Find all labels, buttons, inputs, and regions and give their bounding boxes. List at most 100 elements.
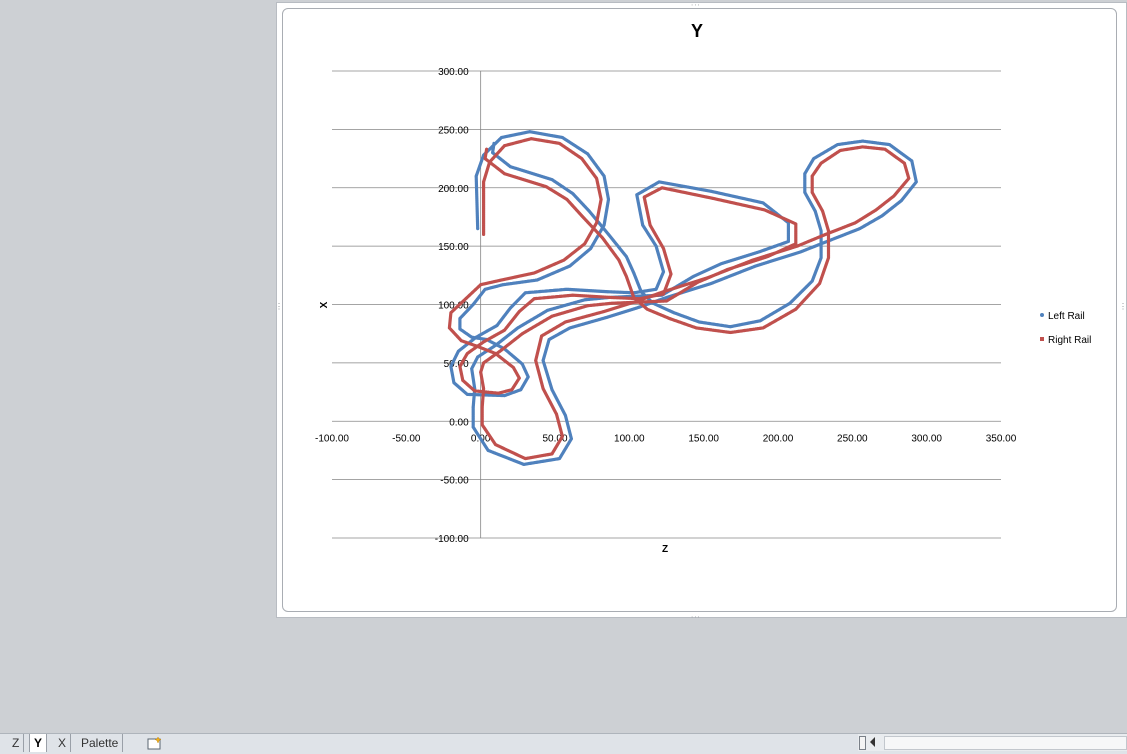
data-point-24 [503,394,506,397]
sheet-tab-y[interactable]: Y [29,734,48,752]
sheet-tab-x[interactable]: X [54,734,72,752]
legend-label-left-rail: Left Rail [1048,311,1085,322]
data-point-94 [729,331,732,334]
data-point-101 [601,236,604,240]
data-point-52 [583,298,587,302]
data-point-31 [509,306,512,310]
data-point-62 [522,463,526,466]
data-point-85 [812,157,816,161]
tab-split-handle[interactable] [859,736,866,750]
series-group[interactable] [447,130,918,466]
data-point-90 [819,256,823,260]
data-point-102 [580,214,584,218]
y-tick-label-8: -100.00 [435,534,469,545]
data-point-4 [529,137,533,141]
data-point-77 [853,221,857,225]
data-point-21 [512,366,515,369]
data-point-83 [861,145,865,149]
data-point-90 [827,256,830,260]
data-point-92 [794,307,798,311]
data-point-8 [599,198,603,201]
data-point-18 [470,335,474,339]
scatter-chart[interactable]: Y Z X 300.00 250.00 200.00 150.00 100.00 50.0… [0,0,1127,733]
data-point-28 [465,352,469,355]
data-point-81 [910,159,914,163]
y-axis-label: X [319,301,330,308]
data-point-95 [694,326,698,330]
data-point-107 [492,142,496,145]
tick-labels: 300.00 250.00 200.00 150.00 100.00 50.00 0.00 -… [315,67,1017,545]
data-point-96 [668,317,671,320]
data-point-19 [476,345,480,348]
data-point-74 [754,264,758,268]
scroll-track[interactable] [884,736,1127,750]
data-point-82 [883,147,887,151]
data-point-1 [474,174,478,178]
data-point-5 [558,142,561,145]
x-tick-label-7: 250.00 [837,433,868,444]
sheet-tab-z[interactable]: Z [8,734,25,752]
data-point-83 [861,139,865,143]
data-point-57 [470,367,474,371]
data-point-24 [497,391,500,395]
data-point-61 [494,443,497,446]
data-point-74 [751,258,755,262]
legend[interactable]: Left Rail Right Rail [1040,311,1091,346]
data-point-7 [595,177,598,180]
data-point-33 [571,293,575,297]
data-point-40 [642,195,646,199]
horizontal-scrollbar[interactable] [858,734,1127,751]
data-point-18 [459,339,463,343]
data-point-16 [449,311,453,315]
data-point-64 [570,437,573,441]
data-point-81 [903,161,906,165]
data-point-55 [498,349,502,353]
data-point-41 [657,180,661,184]
data-point-15 [471,303,475,306]
data-point-60 [480,423,484,427]
data-point-48 [691,275,695,278]
data-point-62 [523,457,527,460]
data-point-39 [648,223,652,227]
data-point-65 [555,412,558,416]
data-point-17 [448,326,451,330]
data-point-14 [483,287,487,291]
insert-sheet-icon[interactable] [147,736,163,750]
data-point-50 [635,300,639,304]
data-point-73 [709,282,713,285]
y-tick-label-2: 200.00 [438,184,469,195]
data-point-46 [766,255,769,258]
data-point-37 [662,270,665,274]
data-point-104 [550,178,554,182]
data-point-32 [532,297,536,301]
data-point-88 [813,209,817,213]
data-point-6 [580,157,584,161]
data-point-51 [610,301,613,305]
data-point-39 [641,223,645,227]
data-point-70 [605,315,609,319]
data-point-80 [914,180,918,184]
data-point-61 [486,449,490,452]
data-point-99 [632,271,636,275]
data-point-102 [587,209,591,213]
data-point-99 [625,275,628,278]
data-point-7 [602,174,606,178]
data-point-52 [586,304,590,308]
x-tick-label-8: 300.00 [911,433,942,444]
scroll-left-icon[interactable] [870,737,875,747]
data-point-13 [501,283,505,287]
data-point-43 [761,201,765,205]
y-tick-label-6: 0.00 [449,417,469,428]
data-point-36 [654,287,658,291]
data-point-73 [706,276,710,279]
series-left-rail[interactable] [449,130,918,466]
data-point-59 [480,405,484,409]
data-point-100 [625,255,628,258]
data-point-63 [550,452,554,456]
data-point-22 [517,376,521,380]
data-point-10 [589,247,593,250]
x-tick-label-5: 150.00 [688,433,719,444]
data-point-47 [726,268,729,271]
sheet-tab-palette[interactable]: Palette [77,734,124,752]
data-point-66 [541,387,545,390]
